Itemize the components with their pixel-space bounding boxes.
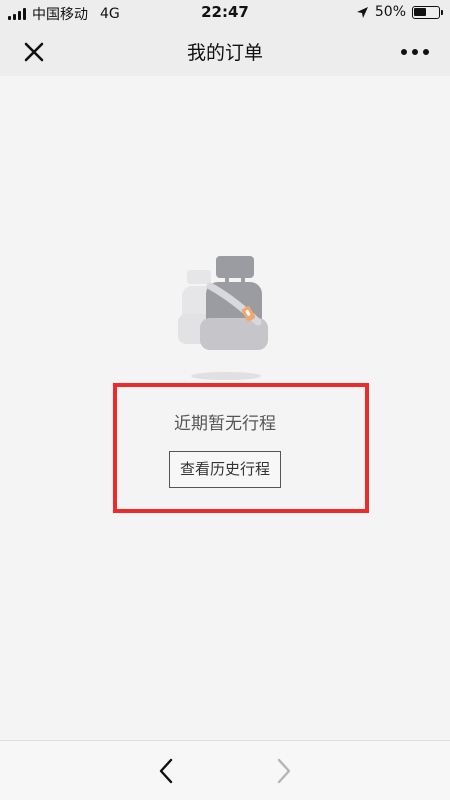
battery-fill [414, 7, 426, 16]
battery-cap [441, 9, 443, 15]
status-right: 50% [356, 4, 443, 20]
screen: 中国移动 4G 22:47 50% 我的订单 近期暂无行程 查看历史行程 [0, 0, 450, 800]
highlight-box [113, 383, 369, 513]
chevron-right-icon[interactable] [274, 757, 294, 785]
bottom-toolbar [0, 740, 450, 800]
battery-percent: 50% [374, 4, 406, 20]
chevron-left-icon[interactable] [156, 757, 176, 785]
car-seat-icon [178, 256, 268, 380]
status-bar: 中国移动 4G 22:47 50% [0, 0, 450, 26]
location-arrow-icon [356, 6, 368, 18]
more-dots-icon[interactable] [398, 36, 432, 68]
battery-icon [412, 5, 443, 19]
page-title: 我的订单 [186, 42, 263, 64]
nav-bar: 我的订单 [0, 26, 450, 76]
